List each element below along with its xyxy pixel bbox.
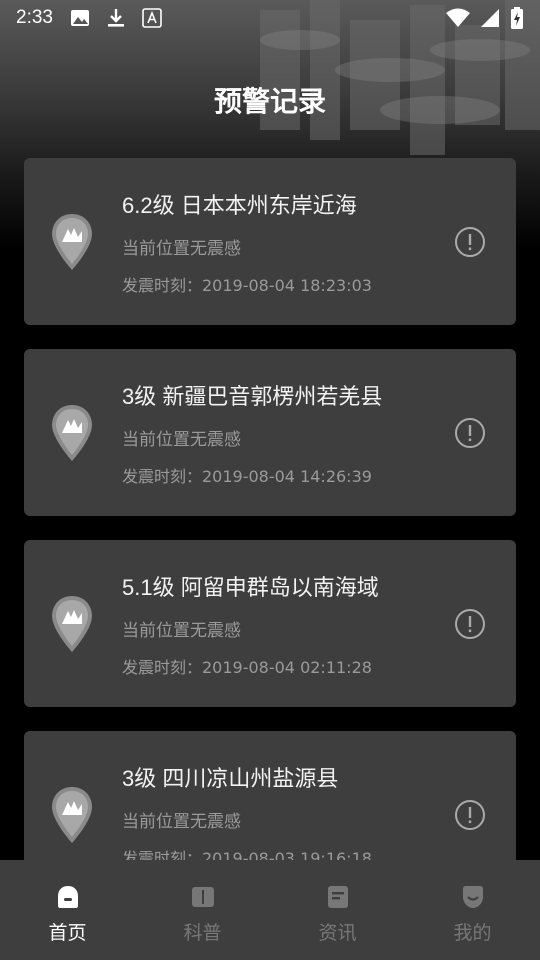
record-card[interactable]: 5.1级 阿留申群岛以南海域 当前位置无震感 发震时刻：2019-08-04 0…	[24, 540, 516, 707]
record-felt-status: 当前位置无震感	[122, 430, 241, 450]
status-bar: 2:33	[0, 0, 540, 36]
info-icon[interactable]	[454, 417, 486, 449]
info-icon[interactable]	[454, 799, 486, 831]
bottom-tab-bar: 首页 科普 资讯 我的	[0, 860, 540, 960]
record-title: 5.1级 阿留申群岛以南海域	[122, 575, 379, 600]
record-time: 发震时刻：2019-08-03 19:16:18	[122, 849, 372, 860]
status-time: 2:33	[16, 7, 53, 28]
record-title: 3级 四川凉山州盐源县	[122, 766, 339, 791]
tab-label: 科普	[183, 922, 222, 944]
record-time: 发震时刻：2019-08-04 18:23:03	[122, 276, 372, 295]
record-title: 3级 新疆巴音郭楞州若羌县	[122, 384, 383, 409]
record-felt-status: 当前位置无震感	[122, 239, 241, 259]
info-icon[interactable]	[454, 226, 486, 258]
tab-home[interactable]: 首页	[0, 860, 135, 960]
tab-profile[interactable]: 我的	[405, 860, 540, 960]
record-felt-status: 当前位置无震感	[122, 621, 241, 641]
image-icon	[70, 10, 89, 26]
record-card[interactable]: 3级 新疆巴音郭楞州若羌县 当前位置无震感 发震时刻：2019-08-04 14…	[24, 349, 516, 516]
info-icon[interactable]	[454, 608, 486, 640]
news-icon	[327, 886, 348, 908]
record-time: 发震时刻：2019-08-04 02:11:28	[122, 658, 372, 677]
book-icon	[191, 887, 214, 907]
signal-icon	[481, 9, 499, 27]
tab-science[interactable]: 科普	[135, 860, 270, 960]
warning-record-list[interactable]: 6.2级 日本本州东岸近海 当前位置无震感 发震时刻：2019-08-04 18…	[0, 158, 540, 860]
earthquake-pin-icon	[52, 787, 92, 843]
wifi-icon	[446, 8, 470, 27]
text-a-icon	[142, 8, 162, 28]
earthquake-pin-icon	[52, 405, 92, 461]
battery-icon	[511, 7, 523, 29]
earthquake-pin-icon	[52, 596, 92, 652]
tab-label: 我的	[453, 922, 492, 944]
tab-label: 首页	[48, 922, 87, 944]
record-card[interactable]: 6.2级 日本本州东岸近海 当前位置无震感 发震时刻：2019-08-04 18…	[24, 158, 516, 325]
record-felt-status: 当前位置无震感	[122, 812, 241, 832]
page-title: 预警记录	[213, 85, 326, 118]
home-icon	[57, 886, 78, 908]
tab-label: 资讯	[318, 922, 357, 944]
record-time: 发震时刻：2019-08-04 14:26:39	[122, 467, 372, 486]
profile-icon	[462, 886, 483, 908]
earthquake-pin-icon	[52, 214, 92, 270]
record-card[interactable]: 3级 四川凉山州盐源县 当前位置无震感 发震时刻：2019-08-03 19:1…	[24, 731, 516, 860]
download-icon	[107, 9, 124, 27]
record-title: 6.2级 日本本州东岸近海	[122, 193, 357, 218]
tab-news[interactable]: 资讯	[270, 860, 405, 960]
